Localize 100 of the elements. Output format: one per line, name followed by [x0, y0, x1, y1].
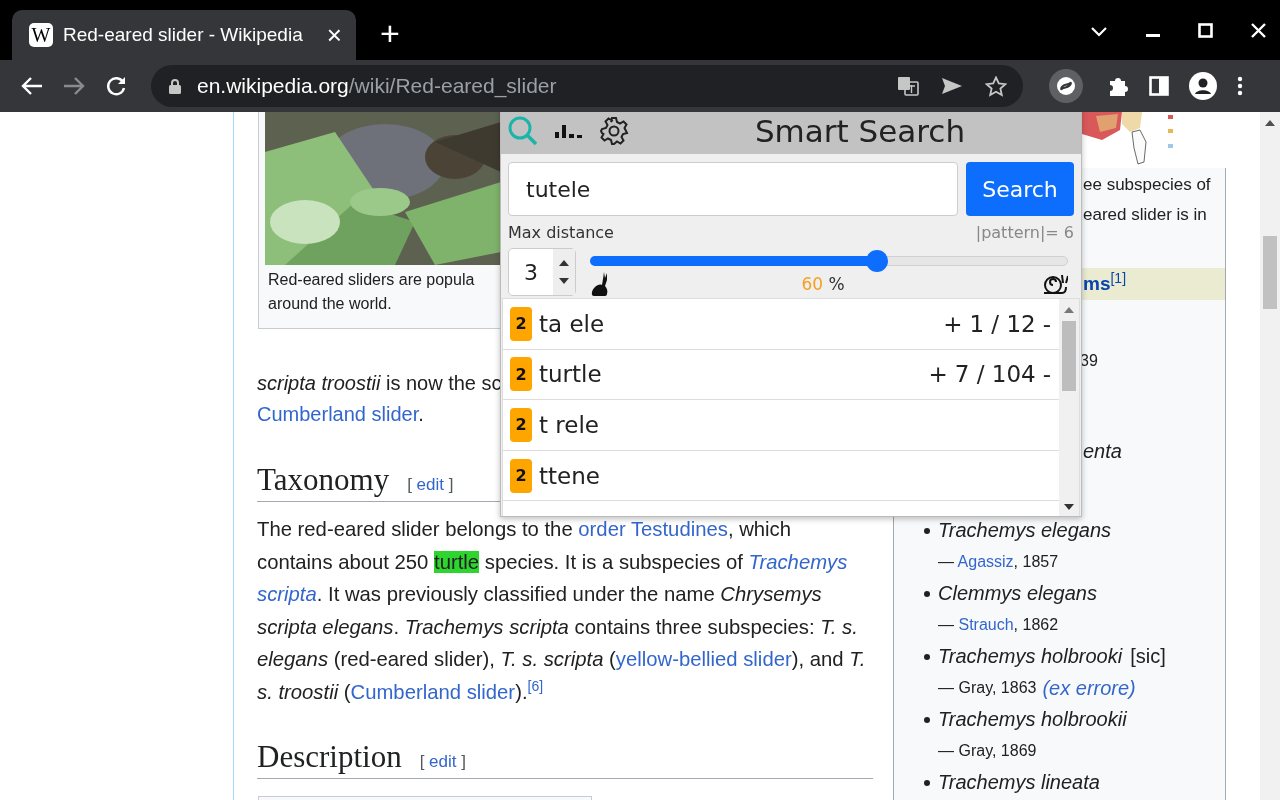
star-icon[interactable]	[985, 75, 1007, 97]
search-button[interactable]: Search	[966, 162, 1074, 216]
more-menu-icon[interactable]	[1237, 76, 1243, 96]
scroll-down-arrow-icon[interactable]	[1064, 504, 1074, 510]
link[interactable]: Agassiz	[957, 553, 1014, 571]
reference-link[interactable]: [6]	[527, 677, 544, 694]
percent-text: 60 %	[801, 274, 845, 294]
match-count: 7 / 104	[954, 361, 1036, 388]
link[interactable]: order Testudines	[578, 518, 728, 540]
link[interactable]: Cumberland slider	[257, 403, 419, 425]
previous-match-button[interactable]: -	[1042, 361, 1051, 388]
result-row[interactable]: 2 ttene	[503, 450, 1059, 502]
slider[interactable]	[590, 250, 1068, 272]
scroll-up-arrow-icon[interactable]	[1265, 120, 1275, 126]
minimize-icon[interactable]	[1146, 34, 1160, 38]
chevron-down-icon[interactable]	[1090, 26, 1108, 38]
species-name: Trachemys holbrookii	[938, 708, 1127, 732]
authority-text: — Agassiz, 1857	[938, 553, 1059, 572]
browser-tab[interactable]: W Red-eared slider - Wikipedia ×	[12, 10, 356, 60]
forward-arrow-icon[interactable]	[63, 76, 85, 96]
distance-badge: 2	[510, 458, 532, 493]
search-highlight: turtle	[434, 550, 480, 573]
section-heading-link[interactable]: ms	[1083, 273, 1111, 295]
number-spinner[interactable]: 3	[508, 248, 576, 296]
translate-icon[interactable]	[897, 76, 919, 96]
bullet-icon	[924, 653, 930, 660]
close-icon[interactable]	[1251, 23, 1266, 38]
tab-title: Red-eared slider - Wikipedia	[63, 24, 304, 46]
close-tab-button[interactable]: ×	[326, 22, 342, 48]
bullet-icon	[924, 716, 930, 723]
lock-icon	[169, 78, 181, 94]
side-panel-icon[interactable]	[1149, 76, 1169, 96]
link[interactable]: Strauch	[958, 616, 1014, 634]
next-match-button[interactable]: +	[943, 310, 963, 337]
scrollbar[interactable]	[1059, 299, 1079, 516]
result-text: ta ele	[539, 310, 605, 337]
previous-match-button[interactable]: -	[1042, 310, 1051, 337]
paragraph: The red-eared slider belongs to the order Testudines, which contains about 250 turtle species. It is a subspecies of Trachemys scripta. It was previously classified under the name Chrysemys scripta elegans. Trachemys scripta contains three subspecies: T. s. elegans (red-eared slider), T. s. scripta (yellow-bellied slider), and T. s. troostii (Cumberland slider).$^{[6]}$	[257, 517, 867, 705]
rabbit-icon	[590, 272, 610, 296]
search-field[interactable]: tutele	[508, 162, 958, 216]
next-match-button[interactable]: +	[928, 361, 948, 388]
section-heading: Taxonomy	[257, 461, 390, 499]
distance-badge: 2	[510, 408, 532, 442]
body-text: Cumberland slider.	[257, 402, 424, 427]
reload-icon[interactable]	[105, 75, 127, 97]
body-text: ee subspecies of	[1083, 174, 1212, 196]
bullet-icon	[924, 590, 930, 597]
new-tab-button[interactable]: +	[380, 16, 400, 50]
match-count: 1 / 12	[969, 310, 1036, 337]
result-row[interactable]: 2 t rele	[503, 400, 1059, 451]
pattern-length-text: |pattern|= 6	[975, 222, 1074, 242]
bar-chart-icon[interactable]	[555, 124, 583, 138]
link[interactable]: yellow-bellied slider	[615, 648, 792, 670]
body-text: scripta troostii is now the sc	[257, 371, 502, 396]
link[interactable]: scripta	[257, 583, 317, 605]
scrollbar-thumb[interactable]	[1263, 236, 1277, 309]
result-row[interactable]: 2 turtle + 7 / 104 -	[503, 349, 1059, 401]
edit-link[interactable]: [ edit ]	[407, 475, 454, 495]
bullet-icon	[924, 779, 930, 786]
url-text: en.wikipedia.org/wiki/Red-eared_slider	[197, 74, 557, 98]
scrollbar[interactable]	[1260, 112, 1280, 800]
link[interactable]: (ex errore)	[1042, 676, 1136, 700]
distance-badge: 2	[510, 306, 532, 341]
result-text: t rele	[539, 412, 599, 438]
section-heading: Description	[257, 738, 402, 776]
authority-text: — Gray, 1863	[938, 679, 1037, 698]
result-text: ttene	[539, 462, 600, 489]
body-text: eared slider is in	[1083, 204, 1208, 226]
species-name: Trachemys lineata	[938, 771, 1100, 795]
species-name: Trachemys elegans	[938, 519, 1112, 543]
scroll-up-arrow-icon[interactable]	[1064, 307, 1074, 313]
edit-link[interactable]: [ edit ]	[419, 752, 466, 772]
maximize-icon[interactable]	[1198, 23, 1213, 38]
reference-link[interactable]: [1]	[1110, 270, 1127, 286]
note-text: [sic]	[1130, 645, 1166, 669]
snail-icon	[1042, 273, 1068, 295]
link[interactable]: Cumberland slider	[350, 680, 516, 703]
profile-icon[interactable]	[1189, 72, 1217, 100]
link[interactable]: Trachemys	[748, 550, 848, 573]
image-caption: Red-eared sliders are popula around the world.	[267, 270, 476, 314]
settings-icon[interactable]	[599, 116, 629, 146]
authority-text: — Gray, 1869	[938, 742, 1037, 761]
distance-badge: 2	[510, 357, 532, 392]
bullet-icon	[924, 527, 930, 534]
puzzle-icon[interactable]	[1107, 75, 1129, 97]
species-name: Clemmys elegans	[938, 582, 1097, 606]
result-row[interactable]: 2 ta ele + 1 / 12 -	[503, 299, 1059, 350]
result-text: turtle	[539, 361, 602, 388]
authority-text: — Strauch, 1862	[938, 616, 1059, 635]
field-label: Max distance	[508, 222, 614, 242]
back-arrow-icon[interactable]	[21, 76, 43, 96]
send-icon[interactable]	[941, 77, 963, 95]
popup-title: Smart Search	[753, 113, 967, 149]
wikipedia-favicon: W	[29, 23, 53, 47]
slider-handle[interactable]	[865, 250, 888, 272]
address-bar[interactable]: en.wikipedia.org/wiki/Red-eared_slider	[151, 65, 1023, 107]
species-name: enta	[1083, 439, 1123, 463]
scrollbar-thumb[interactable]	[1062, 321, 1076, 391]
extension-swirl-icon[interactable]	[1049, 69, 1083, 103]
species-name: Trachemys holbrooki	[938, 645, 1123, 669]
